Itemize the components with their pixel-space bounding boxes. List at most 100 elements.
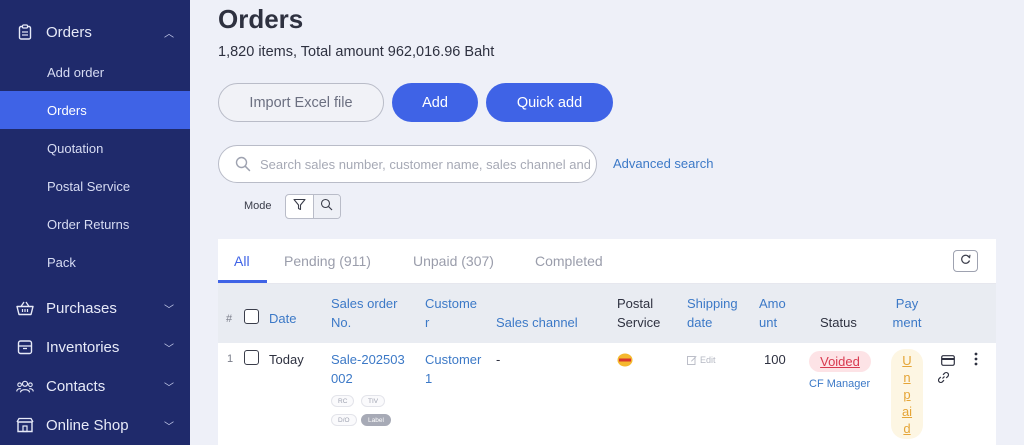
tab-all[interactable]: All [234,253,250,269]
search-icon [235,156,251,172]
main-content: Orders 1,820 items, Total amount 962,016… [190,0,1024,445]
sidebar-item-order-returns[interactable]: Order Returns [0,205,190,243]
refresh-icon [960,252,971,270]
sidebar-group-contacts[interactable]: Contacts ﹀ [0,366,190,406]
search-mode-button[interactable] [312,195,340,218]
column-customer[interactable]: Custome r [425,294,477,332]
sidebar-item-quotation[interactable]: Quotation [0,129,190,167]
refresh-button[interactable] [953,250,978,272]
row-date: Today [269,352,304,367]
customer-link[interactable]: Customer 1 [425,350,481,388]
status-badge[interactable]: Voided [809,351,871,372]
sidebar-group-label: Inventories [46,338,120,356]
mode-label: Mode [244,200,272,212]
document-badge-do[interactable]: D/O [331,414,357,426]
sidebar: Orders ︿ Add order Orders Quotation Post… [0,0,190,445]
sidebar-item-label: Orders [47,102,87,118]
column-label: unt [759,315,778,330]
more-options-icon[interactable] [974,352,978,371]
mode-toggle [285,194,341,219]
column-label: Amo [759,296,786,311]
sidebar-group-label: Online Shop [46,416,129,434]
column-sales-order[interactable]: Sales order No. [331,294,397,332]
sidebar-group-online-shop[interactable]: Online Shop ﹀ [0,405,190,445]
active-tab-indicator [218,280,267,283]
chevron-down-icon: ﹀ [164,383,174,394]
sidebar-item-label: Quotation [47,140,104,156]
sales-order-link[interactable]: Sale-202503 002 [331,350,405,388]
advanced-search-link[interactable]: Advanced search [613,156,713,171]
tab-completed[interactable]: Completed [535,253,603,269]
customer-name: 1 [425,371,433,386]
sidebar-item-add-order[interactable]: Add order [0,53,190,91]
table-header: # Date Sales order No. Custome r Sales c… [218,284,996,343]
column-status: Status [820,315,857,330]
shipping-date-edit[interactable]: Edit [687,355,716,365]
people-icon [16,377,34,395]
sidebar-item-label: Add order [47,64,105,80]
orders-table-card: All Pending (911) Unpaid (307) Completed… [218,239,996,445]
search-input[interactable] [260,156,590,172]
column-amount[interactable]: Amo unt [759,294,786,332]
column-label: Shipping [687,296,738,311]
orders-summary: 1,820 items, Total amount 962,016.96 Bah… [218,44,495,60]
edit-label: Edit [700,355,716,365]
status-updated-by: CF Manager [809,378,871,390]
tab-unpaid[interactable]: Unpaid (307) [413,253,494,269]
column-label: r [425,315,430,330]
row-checkbox[interactable] [244,350,259,365]
chevron-down-icon: ﹀ [164,305,174,316]
select-all-checkbox[interactable] [244,309,259,324]
import-excel-button[interactable]: Import Excel file [218,83,384,122]
sidebar-group-inventories[interactable]: Inventories ﹀ [0,327,190,367]
column-label: ment [892,315,922,330]
payment-status: Unpaid [901,353,913,436]
filter-mode-button[interactable] [286,195,313,218]
column-label: Custome [425,296,478,311]
column-payment[interactable]: Pay ment [892,294,922,332]
sidebar-item-postal-service[interactable]: Postal Service [0,167,190,205]
column-label: Pay [895,296,919,311]
table-row[interactable]: 1 Today Sale-202503 002 RC TIV D/O Label… [218,343,996,445]
document-badge-label[interactable]: Label [361,414,391,426]
row-amount: 100 [764,352,786,367]
status-tabs: All Pending (911) Unpaid (307) Completed [218,239,996,284]
column-index: # [226,313,233,325]
add-order-button[interactable]: Add [392,83,478,122]
chevron-down-icon: ﹀ [164,422,174,433]
link-icon[interactable] [937,371,950,389]
column-label: Sales order [331,296,398,311]
chevron-down-icon: ﹀ [164,344,174,355]
tab-pending[interactable]: Pending (911) [284,253,371,269]
column-label: Service [617,315,661,330]
filter-icon [293,198,306,216]
shop-icon [16,416,34,434]
quick-add-button[interactable]: Quick add [486,83,613,122]
column-date[interactable]: Date [269,309,296,328]
sidebar-item-pack[interactable]: Pack [0,243,190,281]
sidebar-group-orders[interactable]: Orders ︿ [0,12,190,52]
column-sales-channel[interactable]: Sales channel [496,313,578,332]
sidebar-item-label: Pack [47,254,76,270]
sidebar-group-label: Contacts [46,377,106,395]
card-icon[interactable] [941,353,955,371]
customer-name: Customer [425,352,482,367]
sidebar-group-purchases[interactable]: Purchases ﹀ [0,288,190,328]
column-label: date [687,315,713,330]
postal-carrier-icon [617,353,633,372]
document-badge-tiv[interactable]: TIV [361,395,386,407]
chevron-up-icon: ︿ [164,29,174,40]
sidebar-item-label: Postal Service [47,178,131,194]
document-badge-rc[interactable]: RC [331,395,355,407]
sales-order-number: Sale-202503 [331,352,405,367]
sidebar-item-orders[interactable]: Orders [0,91,190,129]
page-title: Orders [218,4,304,34]
sidebar-group-label: Purchases [46,299,117,317]
clipboard-icon [16,23,34,41]
sales-order-number: 002 [331,371,353,386]
column-label: Postal [617,296,654,311]
pencil-icon [687,355,697,365]
search-box [218,145,597,183]
column-shipping-date[interactable]: Shipping date [687,294,738,332]
sidebar-item-label: Order Returns [47,216,130,232]
